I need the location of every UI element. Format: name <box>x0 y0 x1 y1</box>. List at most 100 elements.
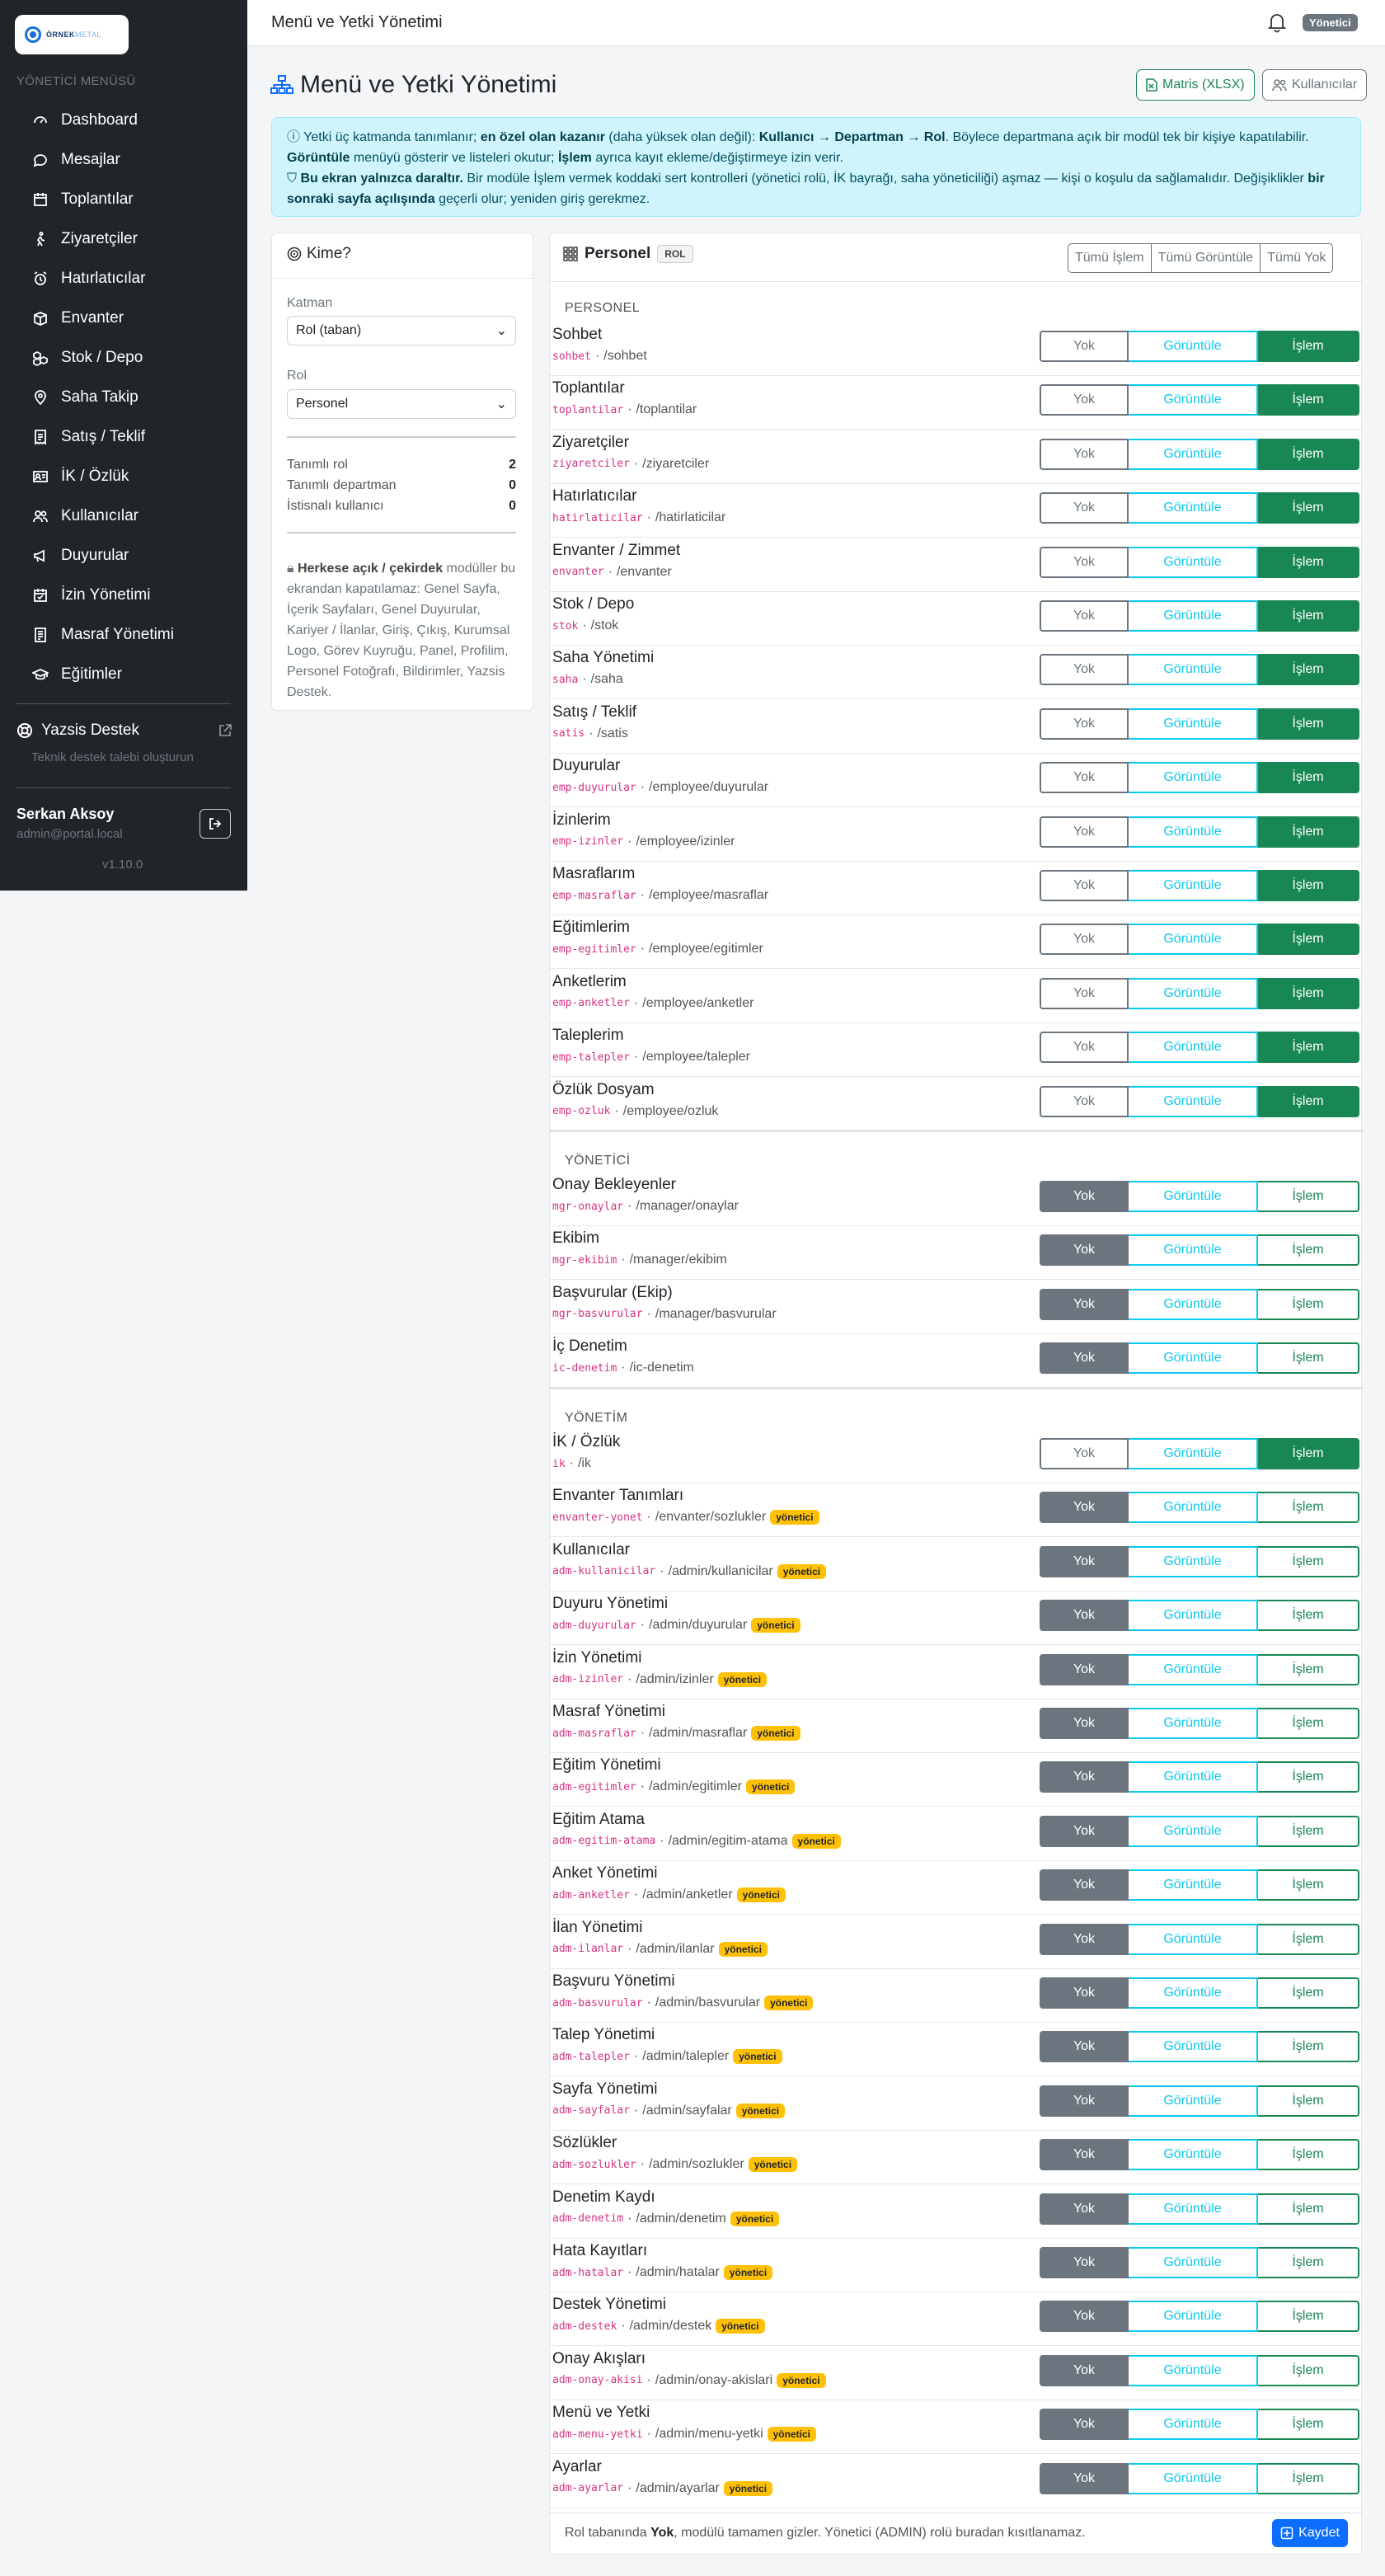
state-none-button[interactable]: Yok <box>1040 492 1129 524</box>
state-action-button[interactable]: İşlem <box>1258 924 1359 956</box>
state-action-button[interactable]: İşlem <box>1258 2409 1359 2441</box>
state-none-button[interactable]: Yok <box>1040 1708 1129 1739</box>
state-action-button[interactable]: İşlem <box>1258 977 1359 1009</box>
state-view-button[interactable]: Görüntüle <box>1129 2085 1258 2117</box>
state-view-button[interactable]: Görüntüle <box>1129 2462 1258 2494</box>
state-action-button[interactable]: İşlem <box>1258 438 1359 470</box>
state-none-button[interactable]: Yok <box>1040 2031 1129 2063</box>
support-link[interactable]: Yazsis Destek <box>16 722 232 740</box>
state-view-button[interactable]: Görüntüle <box>1129 492 1258 524</box>
users-button[interactable]: Kullanıcılar <box>1262 69 1368 101</box>
bulk-all-action-button[interactable]: Tümü İşlem <box>1068 243 1152 273</box>
sidebar-item-2[interactable]: Mesajlar <box>0 140 247 180</box>
bell-icon[interactable] <box>1267 12 1287 33</box>
state-view-button[interactable]: Görüntüle <box>1129 1977 1258 2009</box>
state-action-button[interactable]: İşlem <box>1258 1761 1359 1793</box>
state-none-button[interactable]: Yok <box>1040 654 1129 686</box>
state-none-button[interactable]: Yok <box>1040 1288 1129 1320</box>
sidebar-item-4[interactable]: Ziyaretçiler <box>0 219 247 259</box>
state-view-button[interactable]: Görüntüle <box>1129 1869 1258 1901</box>
state-none-button[interactable]: Yok <box>1040 1761 1129 1793</box>
state-none-button[interactable]: Yok <box>1040 1977 1129 2009</box>
sidebar-item-7[interactable]: Stok / Depo <box>0 338 247 378</box>
state-action-button[interactable]: İşlem <box>1258 2301 1359 2333</box>
state-none-button[interactable]: Yok <box>1040 1600 1129 1632</box>
state-view-button[interactable]: Görüntüle <box>1129 1085 1258 1117</box>
state-view-button[interactable]: Görüntüle <box>1129 707 1258 740</box>
state-none-button[interactable]: Yok <box>1040 1032 1129 1064</box>
bulk-all-view-button[interactable]: Tümü Görüntüle <box>1151 243 1261 273</box>
state-action-button[interactable]: İşlem <box>1258 546 1359 578</box>
state-view-button[interactable]: Görüntüle <box>1129 1600 1258 1632</box>
state-none-button[interactable]: Yok <box>1040 1492 1129 1524</box>
state-view-button[interactable]: Görüntüle <box>1129 1653 1258 1685</box>
state-view-button[interactable]: Görüntüle <box>1129 2139 1258 2171</box>
state-view-button[interactable]: Görüntüle <box>1129 331 1258 362</box>
state-action-button[interactable]: İşlem <box>1258 762 1359 794</box>
state-none-button[interactable]: Yok <box>1040 1815 1129 1847</box>
state-none-button[interactable]: Yok <box>1040 1181 1129 1212</box>
sidebar-item-15[interactable]: Eğitimler <box>0 655 247 694</box>
sidebar-item-10[interactable]: İK / Özlük <box>0 457 247 496</box>
state-view-button[interactable]: Görüntüle <box>1129 2031 1258 2063</box>
logout-button[interactable] <box>200 809 231 839</box>
state-action-button[interactable]: İşlem <box>1258 331 1359 362</box>
state-action-button[interactable]: İşlem <box>1258 816 1359 848</box>
state-none-button[interactable]: Yok <box>1040 1085 1129 1117</box>
state-action-button[interactable]: İşlem <box>1258 870 1359 901</box>
state-action-button[interactable]: İşlem <box>1258 1342 1359 1375</box>
state-view-button[interactable]: Görüntüle <box>1129 1288 1258 1320</box>
state-none-button[interactable]: Yok <box>1040 2462 1129 2494</box>
state-view-button[interactable]: Görüntüle <box>1129 2301 1258 2333</box>
state-none-button[interactable]: Yok <box>1040 2139 1129 2171</box>
state-none-button[interactable]: Yok <box>1040 600 1129 632</box>
state-action-button[interactable]: İşlem <box>1258 1438 1359 1469</box>
state-view-button[interactable]: Görüntüle <box>1129 762 1258 794</box>
state-view-button[interactable]: Görüntüle <box>1129 2247 1258 2278</box>
sidebar-item-14[interactable]: Masraf Yönetimi <box>0 615 247 655</box>
state-none-button[interactable]: Yok <box>1040 2247 1129 2278</box>
role-select[interactable]: Personel ⌄ <box>287 389 516 419</box>
state-view-button[interactable]: Görüntüle <box>1129 1708 1258 1739</box>
state-view-button[interactable]: Görüntüle <box>1129 1438 1258 1469</box>
state-none-button[interactable]: Yok <box>1040 816 1129 848</box>
sidebar-item-9[interactable]: Satış / Teklif <box>0 417 247 457</box>
state-view-button[interactable]: Görüntüle <box>1129 977 1258 1009</box>
state-none-button[interactable]: Yok <box>1040 2193 1129 2225</box>
state-none-button[interactable]: Yok <box>1040 1653 1129 1685</box>
state-action-button[interactable]: İşlem <box>1258 2354 1359 2386</box>
state-action-button[interactable]: İşlem <box>1258 1288 1359 1320</box>
state-none-button[interactable]: Yok <box>1040 1923 1129 1955</box>
state-action-button[interactable]: İşlem <box>1258 2031 1359 2063</box>
state-none-button[interactable]: Yok <box>1040 546 1129 578</box>
state-none-button[interactable]: Yok <box>1040 2085 1129 2117</box>
state-view-button[interactable]: Görüntüle <box>1129 384 1258 416</box>
state-view-button[interactable]: Görüntüle <box>1129 438 1258 470</box>
state-none-button[interactable]: Yok <box>1040 1438 1129 1469</box>
state-view-button[interactable]: Görüntüle <box>1129 1923 1258 1955</box>
state-action-button[interactable]: İşlem <box>1258 2462 1359 2494</box>
state-action-button[interactable]: İşlem <box>1258 600 1359 632</box>
sidebar-item-12[interactable]: Duyurular <box>0 536 247 576</box>
state-view-button[interactable]: Görüntüle <box>1129 870 1258 901</box>
state-action-button[interactable]: İşlem <box>1258 2247 1359 2278</box>
state-none-button[interactable]: Yok <box>1040 2301 1129 2333</box>
state-view-button[interactable]: Görüntüle <box>1129 2409 1258 2441</box>
state-action-button[interactable]: İşlem <box>1258 654 1359 686</box>
sidebar-item-5[interactable]: Hatırlatıcılar <box>0 259 247 298</box>
state-none-button[interactable]: Yok <box>1040 1869 1129 1901</box>
state-none-button[interactable]: Yok <box>1040 2354 1129 2386</box>
state-none-button[interactable]: Yok <box>1040 1342 1129 1375</box>
state-action-button[interactable]: İşlem <box>1258 1032 1359 1064</box>
state-view-button[interactable]: Görüntüle <box>1129 1032 1258 1064</box>
state-view-button[interactable]: Görüntüle <box>1129 924 1258 956</box>
state-action-button[interactable]: İşlem <box>1258 1600 1359 1632</box>
state-none-button[interactable]: Yok <box>1040 438 1129 470</box>
sidebar-item-11[interactable]: Kullanıcılar <box>0 496 247 536</box>
sidebar-item-13[interactable]: İzin Yönetimi <box>0 576 247 615</box>
state-action-button[interactable]: İşlem <box>1258 1085 1359 1117</box>
state-view-button[interactable]: Görüntüle <box>1129 1815 1258 1847</box>
state-view-button[interactable]: Görüntüle <box>1129 1761 1258 1793</box>
state-action-button[interactable]: İşlem <box>1258 1492 1359 1524</box>
state-action-button[interactable]: İşlem <box>1258 707 1359 740</box>
